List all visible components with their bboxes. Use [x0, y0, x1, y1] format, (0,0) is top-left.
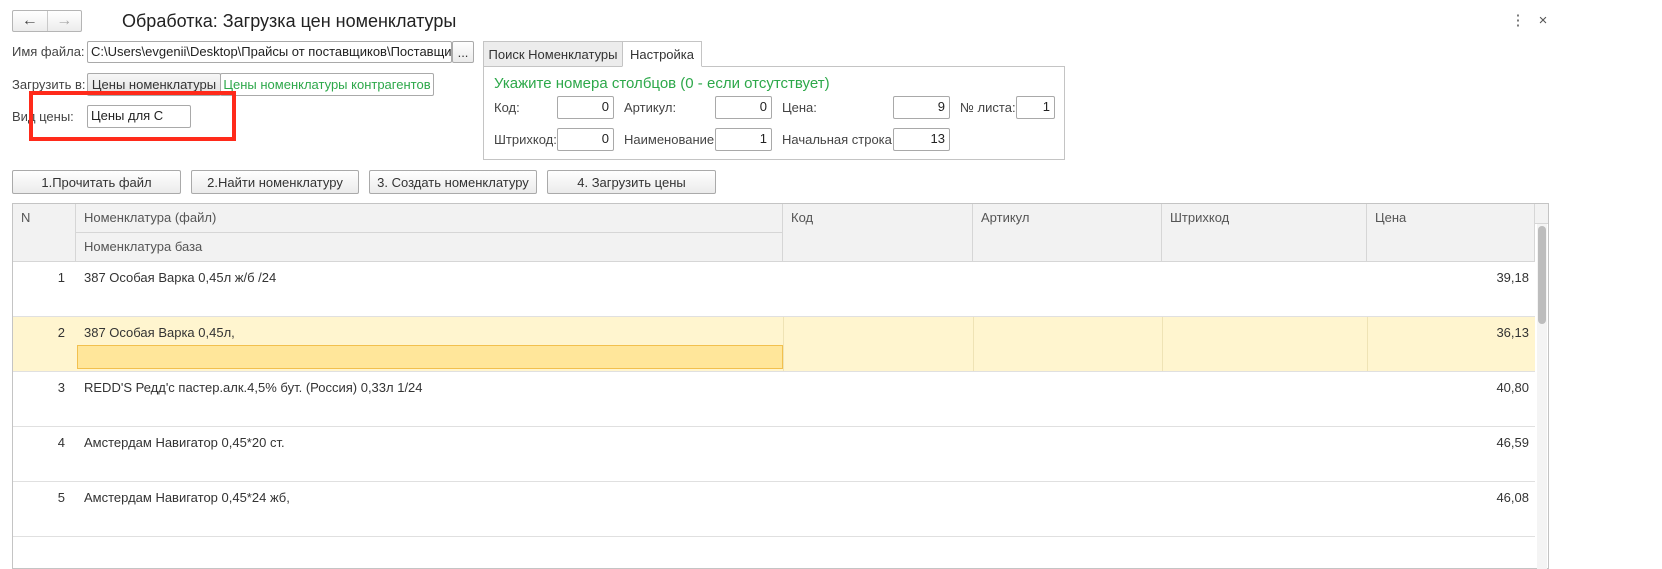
scrollbar-thumb[interactable] — [1538, 226, 1546, 324]
arrow-right-icon: → — [56, 12, 73, 29]
table-row[interactable]: 5 Амстердам Навигатор 0,45*24 жб, 46,08 — [13, 482, 1535, 537]
table-row[interactable]: 4 Амстердам Навигатор 0,45*20 ст. 46,59 — [13, 427, 1535, 482]
row-price: 46,08 — [1496, 490, 1529, 505]
row-price: 46,59 — [1496, 435, 1529, 450]
file-name-input[interactable]: C:\Users\evgenii\Desktop\Прайсы от поста… — [87, 41, 452, 63]
row-number: 2 — [57, 325, 65, 340]
arrow-left-icon: ← — [21, 12, 38, 29]
cell-divider — [1367, 317, 1368, 371]
nomenclature-base-cell-editor[interactable] — [77, 345, 783, 369]
row-number: 1 — [57, 270, 65, 285]
column-header-barcode[interactable]: Штрихкод — [1162, 204, 1367, 262]
column-header-code[interactable]: Код — [783, 204, 973, 262]
back-button[interactable]: ← — [13, 11, 48, 31]
cell-divider — [1162, 317, 1163, 371]
nomenclature-table: N Номенклатура (файл) Номенклатура база … — [12, 203, 1549, 569]
file-name-label: Имя файла: — [12, 44, 85, 59]
start-row-label: Начальная строка: — [782, 132, 896, 147]
table-row[interactable]: 2 387 Особая Варка 0,45л, 36,13 — [13, 317, 1535, 372]
article-column-input[interactable]: 0 — [715, 96, 772, 119]
close-button[interactable]: × — [1533, 10, 1553, 30]
column-header-article[interactable]: Артикул — [973, 204, 1162, 262]
name-column-input[interactable]: 1 — [715, 128, 772, 151]
more-icon: ⋮ — [1510, 12, 1526, 29]
row-price: 39,18 — [1496, 270, 1529, 285]
more-menu-button[interactable]: ⋮ — [1508, 10, 1528, 30]
column-header-price[interactable]: Цена — [1367, 204, 1535, 262]
row-nomenclature-file: 387 Особая Варка 0,45л ж/б /24 — [84, 270, 277, 285]
sheet-number-input[interactable]: 1 — [1016, 96, 1055, 119]
row-nomenclature-file: Амстердам Навигатор 0,45*24 жб, — [84, 490, 290, 505]
barcode-column-input[interactable]: 0 — [557, 128, 614, 151]
cell-divider — [973, 317, 974, 371]
find-nomenclature-button[interactable]: 2.Найти номенклатуру — [191, 170, 359, 194]
row-number: 4 — [57, 435, 65, 450]
table-row[interactable]: 1 387 Особая Варка 0,45л ж/б /24 39,18 — [13, 262, 1535, 317]
code-column-input[interactable]: 0 — [557, 96, 614, 119]
column-header-nomenclature-file[interactable]: Номенклатура (файл) — [76, 204, 783, 233]
name-column-label: Наименование: — [624, 132, 718, 147]
browse-button[interactable]: ... — [452, 41, 474, 63]
row-price: 40,80 — [1496, 380, 1529, 395]
table-row[interactable]: 3 REDD'S Редд'с пастер.алк.4,5% бут. (Ро… — [13, 372, 1535, 427]
settings-heading: Укажите номера столбцов (0 - если отсутс… — [494, 75, 830, 92]
column-header-n[interactable]: N — [13, 204, 76, 262]
load-prices-button[interactable]: 4. Загрузить цены — [547, 170, 716, 194]
row-nomenclature-file: 387 Особая Варка 0,45л, — [84, 325, 235, 340]
table-corner — [1535, 204, 1548, 224]
tab-settings[interactable]: Настройка — [622, 41, 702, 67]
row-nomenclature-file: REDD'S Редд'с пастер.алк.4,5% бут. (Росс… — [84, 380, 423, 395]
forward-button[interactable]: → — [48, 11, 82, 31]
create-nomenclature-button[interactable]: 3. Создать номенклатуру — [369, 170, 537, 194]
row-price: 36,13 — [1496, 325, 1529, 340]
sheet-number-label: № листа: — [960, 100, 1016, 115]
price-column-input[interactable]: 9 — [893, 96, 950, 119]
close-icon: × — [1538, 11, 1548, 29]
start-row-input[interactable]: 13 — [893, 128, 950, 151]
column-header-nomenclature-base[interactable]: Номенклатура база — [76, 233, 783, 262]
tab-nomenclature-search[interactable]: Поиск Номенклатуры — [483, 41, 623, 67]
read-file-button[interactable]: 1.Прочитать файл — [12, 170, 181, 194]
navigation-buttons: ← → — [12, 10, 82, 32]
row-number: 5 — [57, 490, 65, 505]
row-nomenclature-file: Амстердам Навигатор 0,45*20 ст. — [84, 435, 285, 450]
cell-divider — [783, 317, 784, 371]
price-column-label: Цена: — [782, 100, 817, 115]
barcode-column-label: Штрихкод: — [494, 132, 557, 147]
article-column-label: Артикул: — [624, 100, 677, 115]
code-column-label: Код: — [494, 100, 520, 115]
highlight-box — [29, 91, 236, 141]
load-to-option-counterparty-prices[interactable]: Цены номенклатуры контрагентов — [220, 73, 434, 96]
page-title: Обработка: Загрузка цен номенклатуры — [122, 11, 457, 31]
row-number: 3 — [57, 380, 65, 395]
